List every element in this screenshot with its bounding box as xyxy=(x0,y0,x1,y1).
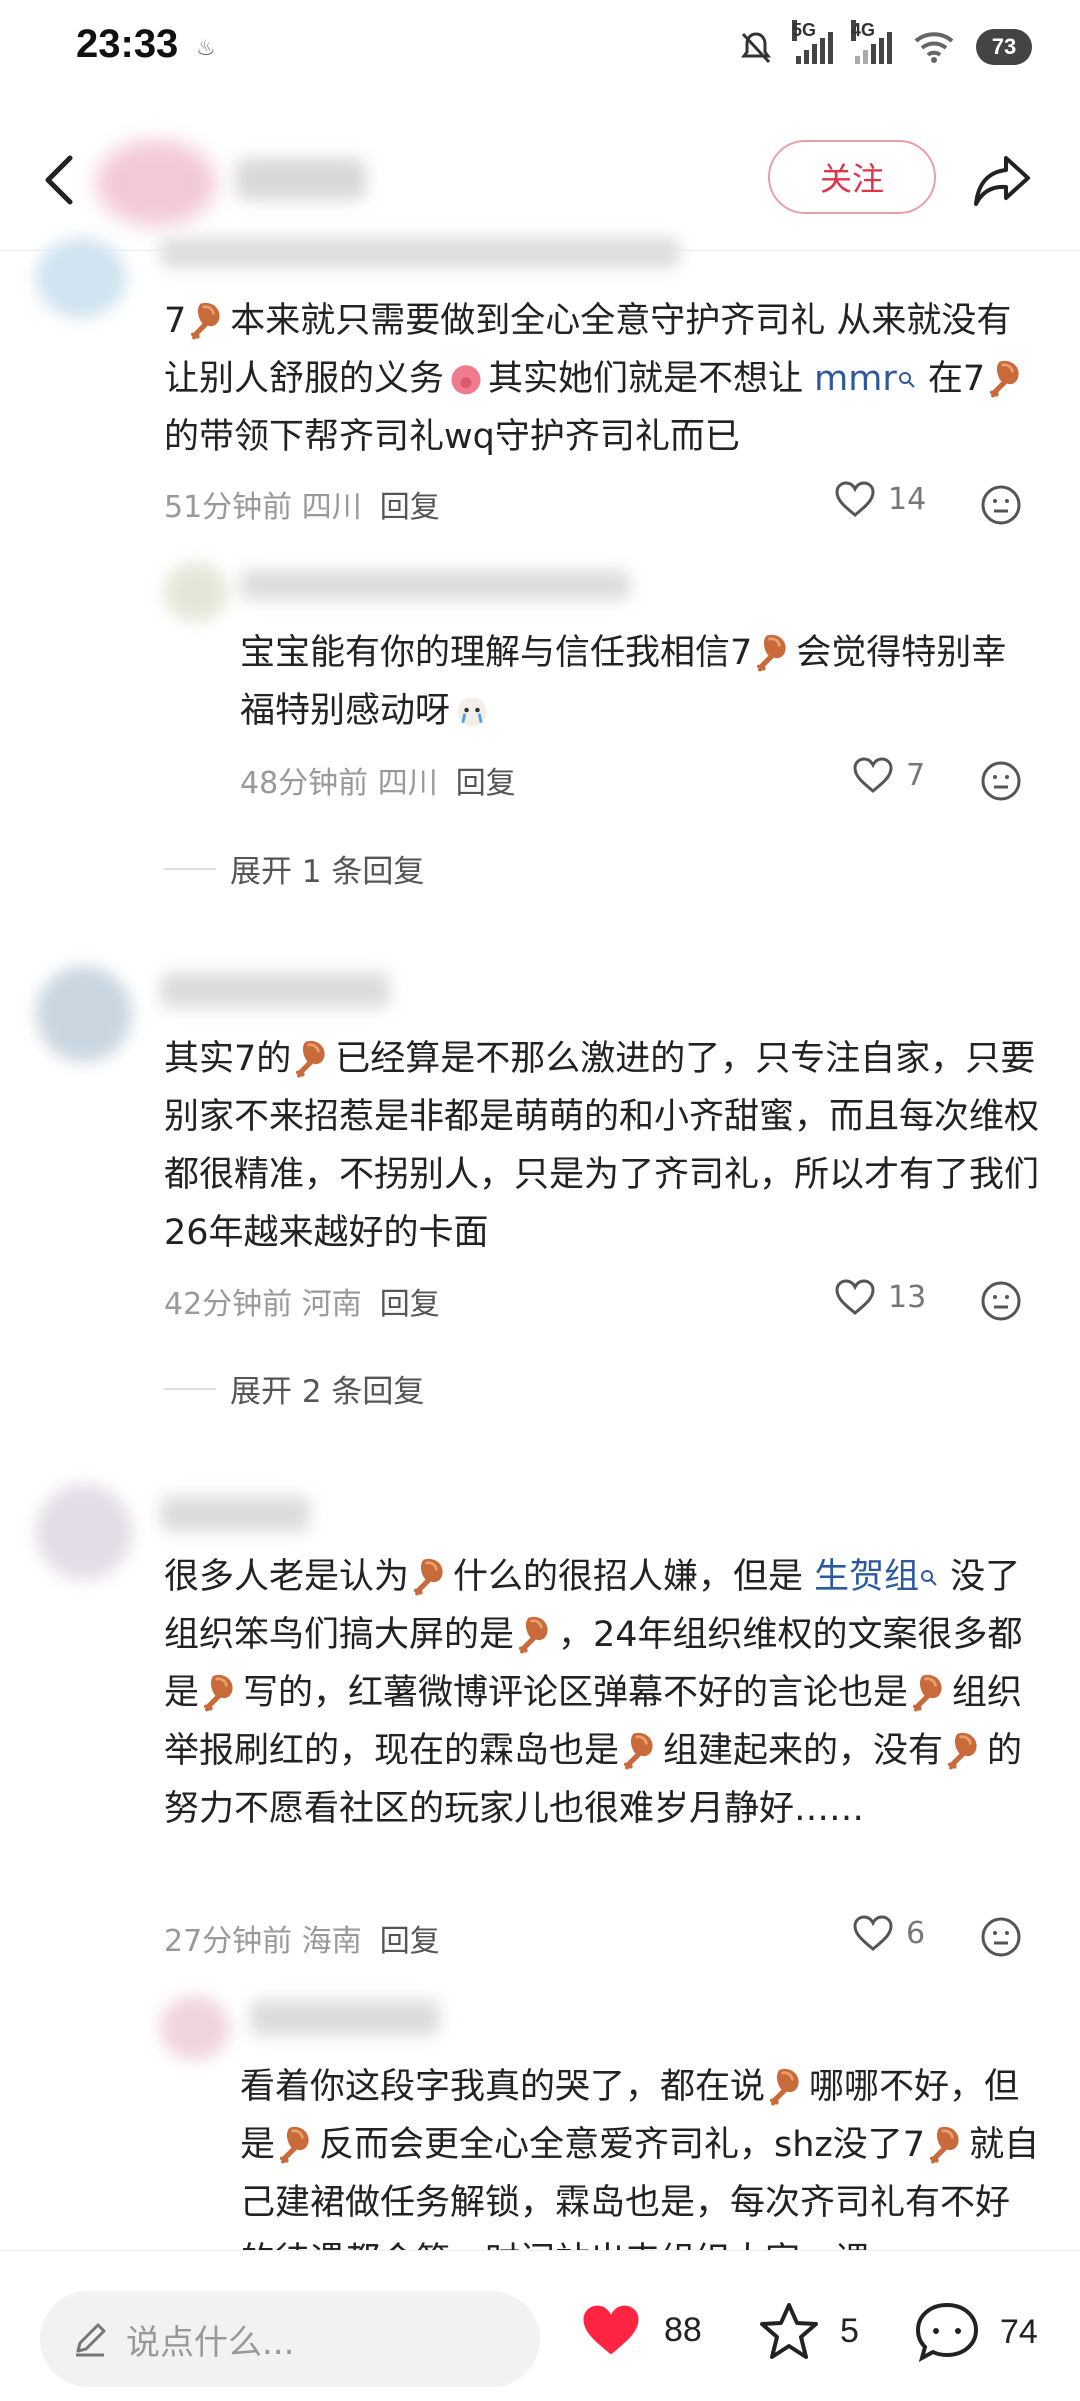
mention-link[interactable]: 生贺组 xyxy=(814,1557,919,1597)
mention-link[interactable]: mmr xyxy=(814,359,897,399)
expand-replies-button[interactable]: 展开 2 条回复 xyxy=(164,1366,424,1411)
drumstick-emoji-icon xyxy=(988,359,1021,398)
commenter-name[interactable] xyxy=(160,1496,310,1532)
heart-outline-icon[interactable] xyxy=(834,1278,876,1316)
app-notification-icon: ♨ xyxy=(196,36,216,61)
comment-meta: 27分钟前 海南 回复 xyxy=(164,1924,440,1959)
drumstick-emoji-icon xyxy=(911,1673,944,1712)
commenter-avatar[interactable] xyxy=(164,562,228,622)
follow-button[interactable]: 关注 xyxy=(768,140,936,214)
signal-5g-icon: 5G xyxy=(792,20,833,64)
commenter-name[interactable] xyxy=(160,238,680,268)
like-count: 14 xyxy=(888,481,927,517)
comment-text: 7 本来就只需要做到全心全意守护齐司礼 从来就没有让别人舒服的义务 其实她们就是不想… xyxy=(164,292,1044,466)
like-count: 13 xyxy=(888,1279,927,1315)
status-time: 23:33 xyxy=(76,22,179,66)
drumstick-emoji-icon xyxy=(946,1731,979,1770)
comment-meta: 48分钟前 四川 回复 xyxy=(240,766,516,801)
comment-text: 看着你这段字我真的哭了，都在说 哪哪不好，但是 反而会更全心全意爱齐司礼，shz没了… xyxy=(240,2067,1040,2250)
drumstick-emoji-icon xyxy=(928,2125,961,2164)
post-like-count: 88 xyxy=(664,2310,702,2349)
comment-text: 很多人老是认为 什么的很招人嫌，但是 生贺组 没了组织笨鸟们搞大屏的是 ，24年组织… xyxy=(164,1557,1023,1829)
like-count: 6 xyxy=(906,1915,926,1951)
emoji-react-icon[interactable] xyxy=(980,1916,1022,1958)
search-icon[interactable] xyxy=(919,1568,939,1588)
crying-dog-emoji-icon xyxy=(457,697,487,727)
reply-button[interactable]: 回复 xyxy=(380,490,440,525)
commenter-avatar[interactable] xyxy=(36,238,126,318)
like-button[interactable]: 14 xyxy=(834,480,926,518)
comment-bubble-icon[interactable] xyxy=(914,2301,980,2363)
heart-outline-icon[interactable] xyxy=(834,480,876,518)
drumstick-emoji-icon xyxy=(768,2067,801,2106)
heart-filled-icon[interactable] xyxy=(578,2301,644,2359)
commenter-avatar[interactable] xyxy=(36,1484,132,1580)
comment-text: 其实7的 已经算是不那么激进的了，只专注自家，只要别家不来招惹是非都是萌萌的和小齐… xyxy=(164,1039,1040,1253)
like-post-button[interactable]: 88 xyxy=(578,2301,702,2359)
author-avatar[interactable] xyxy=(96,140,216,226)
author-name[interactable] xyxy=(236,158,366,200)
bottom-bar: 说点什么... 88 5 74 xyxy=(0,2250,1080,2401)
battery-indicator: 73 xyxy=(976,29,1032,65)
drumstick-emoji-icon xyxy=(189,301,222,340)
commenter-avatar[interactable] xyxy=(160,1996,230,2060)
comments-button[interactable]: 74 xyxy=(914,2301,1038,2363)
signal-4g-icon: 4G xyxy=(851,20,892,64)
comment-input[interactable]: 说点什么... xyxy=(40,2291,540,2387)
emoji-react-icon[interactable] xyxy=(980,1280,1022,1322)
reply-button[interactable]: 回复 xyxy=(456,766,516,801)
favorite-count: 5 xyxy=(840,2311,859,2350)
drumstick-emoji-icon xyxy=(278,2125,311,2164)
reply-button[interactable]: 回复 xyxy=(380,1287,440,1322)
drumstick-emoji-icon xyxy=(202,1673,235,1712)
reply-button[interactable]: 回复 xyxy=(380,1924,440,1959)
search-icon[interactable] xyxy=(897,370,917,390)
expand-replies-button[interactable]: 展开 1 条回复 xyxy=(164,846,424,891)
drumstick-emoji-icon xyxy=(755,633,788,672)
back-icon[interactable] xyxy=(36,152,86,208)
top-bar: 关注 xyxy=(0,110,1080,251)
comment-text: 宝宝能有你的理解与信任我相信7 会觉得特别幸福特别感动呀 xyxy=(240,633,1007,731)
mute-icon xyxy=(741,32,771,64)
comment-meta: 42分钟前 河南 回复 xyxy=(164,1287,440,1322)
comment-count: 74 xyxy=(1000,2312,1038,2351)
heart-outline-icon[interactable] xyxy=(852,756,894,794)
like-button[interactable]: 7 xyxy=(852,756,925,794)
commenter-name[interactable] xyxy=(160,972,390,1008)
commenter-name[interactable] xyxy=(250,2000,440,2036)
favorite-button[interactable]: 5 xyxy=(758,2301,859,2361)
heart-outline-icon[interactable] xyxy=(852,1914,894,1952)
status-bar: 23:33 ♨ 5G 4G 73 xyxy=(0,0,1080,110)
share-icon[interactable] xyxy=(970,148,1034,212)
drumstick-emoji-icon xyxy=(517,1615,550,1654)
pig-emoji-icon xyxy=(451,365,481,395)
commenter-avatar[interactable] xyxy=(36,966,132,1062)
like-button[interactable]: 13 xyxy=(834,1278,926,1316)
status-icons: 5G 4G 73 xyxy=(738,20,1032,72)
like-button[interactable]: 6 xyxy=(852,1914,925,1952)
emoji-react-icon[interactable] xyxy=(980,760,1022,802)
like-count: 7 xyxy=(906,757,926,793)
wifi-icon xyxy=(914,32,954,63)
commenter-name[interactable] xyxy=(240,570,630,600)
drumstick-emoji-icon xyxy=(294,1039,327,1078)
drumstick-emoji-icon xyxy=(412,1557,445,1596)
emoji-react-icon[interactable] xyxy=(980,484,1022,526)
drumstick-emoji-icon xyxy=(622,1731,655,1770)
star-icon[interactable] xyxy=(758,2301,820,2361)
comment-meta: 51分钟前 四川 回复 xyxy=(164,490,440,525)
pencil-icon xyxy=(76,2323,106,2357)
comment-input-placeholder: 说点什么... xyxy=(126,2323,295,2363)
